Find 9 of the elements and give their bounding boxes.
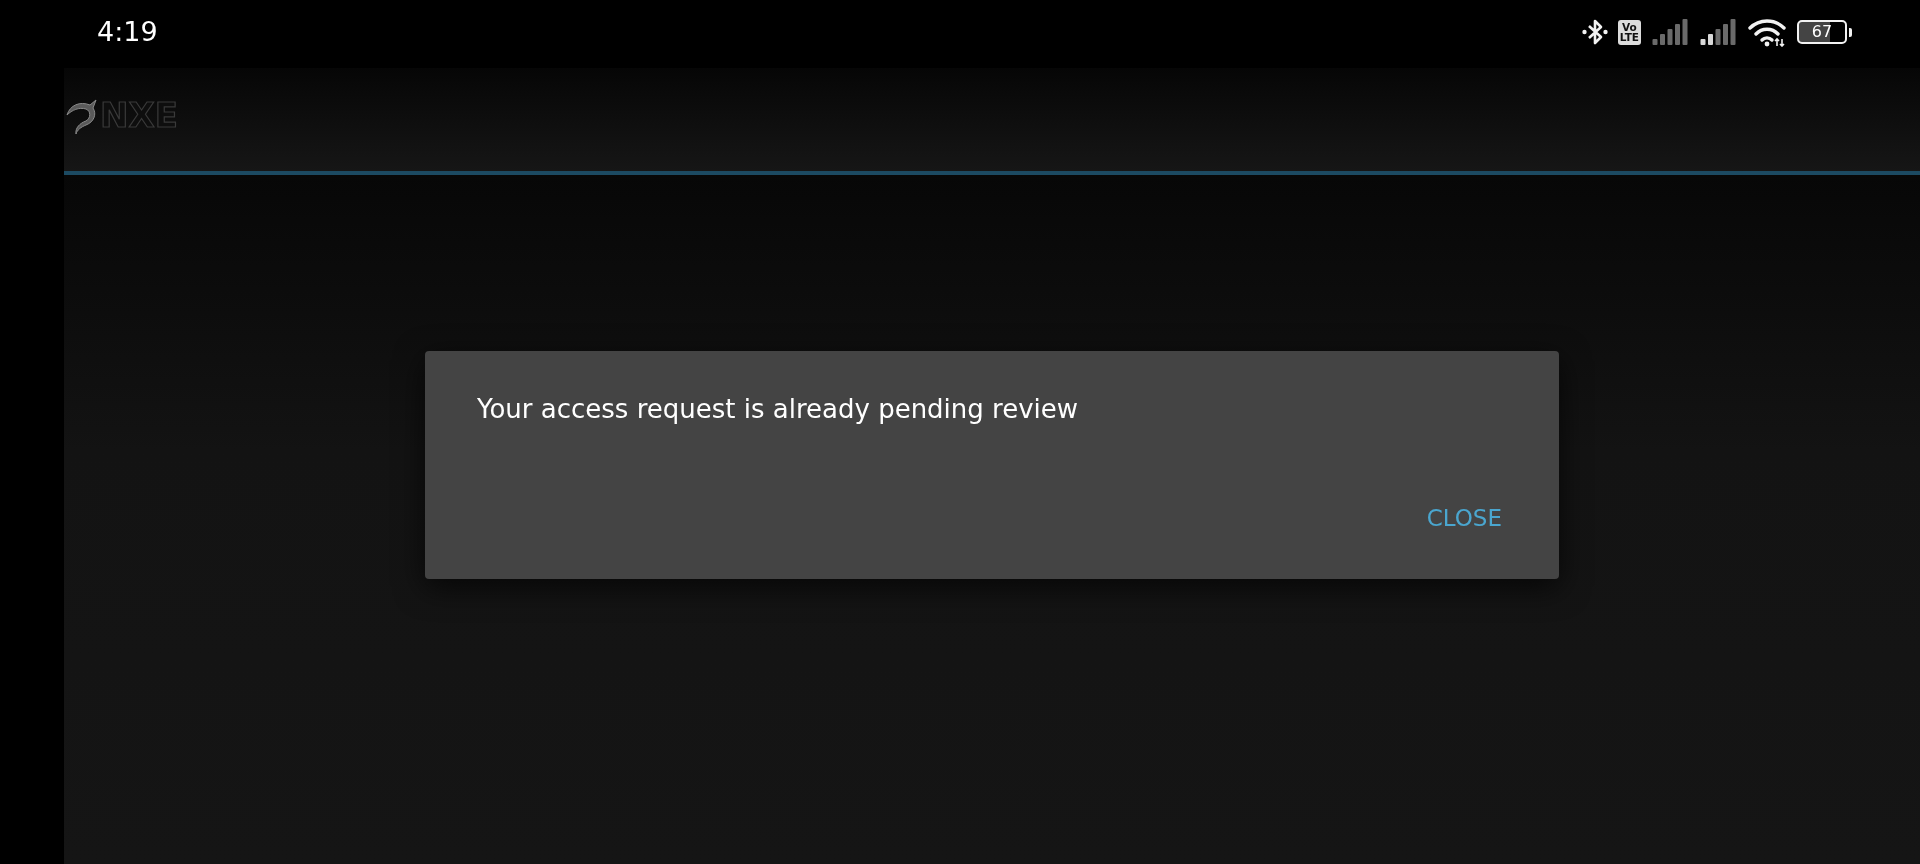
dialog-message: Your access request is already pending review — [477, 393, 1080, 426]
signal-icon — [1651, 19, 1689, 45]
volte-badge: Vo LTE — [1617, 19, 1641, 45]
wifi-icon — [1747, 17, 1787, 47]
signal-icon — [1699, 19, 1737, 45]
close-button[interactable]: CLOSE — [1426, 501, 1502, 535]
status-time: 4:19 — [97, 15, 158, 47]
bluetooth-icon — [1581, 17, 1608, 47]
battery-indicator: 67 — [1797, 20, 1852, 44]
